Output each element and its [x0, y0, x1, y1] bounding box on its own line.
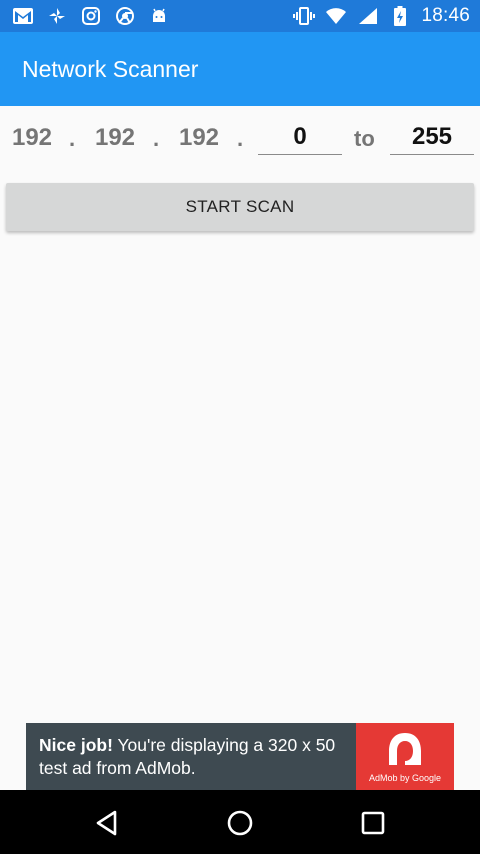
admob-logo: AdMob by Google: [356, 723, 454, 790]
ip-octet-3: 192: [178, 124, 220, 151]
chrome-icon: [114, 5, 136, 27]
android-icon: [148, 5, 170, 27]
back-icon[interactable]: [90, 806, 124, 840]
signal-icon: [357, 5, 379, 27]
ip-range-row: 192 . 192 . 192 . to: [0, 106, 480, 176]
home-icon[interactable]: [223, 806, 257, 840]
to-label: to: [354, 126, 375, 151]
ad-headline: Nice job!: [39, 735, 113, 755]
navigation-bar: [0, 790, 480, 854]
ip-dot-2: .: [153, 126, 160, 151]
end-octet-input[interactable]: [390, 120, 474, 155]
battery-icon: [389, 5, 411, 27]
pinwheel-icon: [46, 5, 68, 27]
system-status-icons: 18:46: [293, 5, 470, 27]
app-bar: Network Scanner: [0, 32, 480, 106]
start-octet-input[interactable]: [258, 120, 342, 155]
ip-dot-3: .: [237, 126, 244, 151]
gmail-icon: [12, 5, 34, 27]
ip-dot-1: .: [69, 126, 76, 151]
ad-text: Nice job! You're displaying a 320 x 50 t…: [26, 723, 344, 790]
admob-icon: [389, 733, 421, 765]
instagram-icon: [80, 5, 102, 27]
vibrate-icon: [293, 5, 316, 27]
ip-octet-1: 192: [11, 124, 53, 151]
status-time: 18:46: [421, 5, 470, 26]
start-scan-button[interactable]: START SCAN: [6, 183, 474, 231]
wifi-icon: [325, 5, 347, 27]
status-bar: 18:46: [0, 0, 480, 32]
ad-banner[interactable]: Nice job! You're displaying a 320 x 50 t…: [26, 723, 454, 790]
notification-icons: [12, 5, 170, 27]
recents-icon[interactable]: [356, 806, 390, 840]
app-title: Network Scanner: [22, 56, 199, 82]
ip-octet-2: 192: [94, 124, 136, 151]
admob-caption: AdMob by Google: [368, 773, 442, 783]
